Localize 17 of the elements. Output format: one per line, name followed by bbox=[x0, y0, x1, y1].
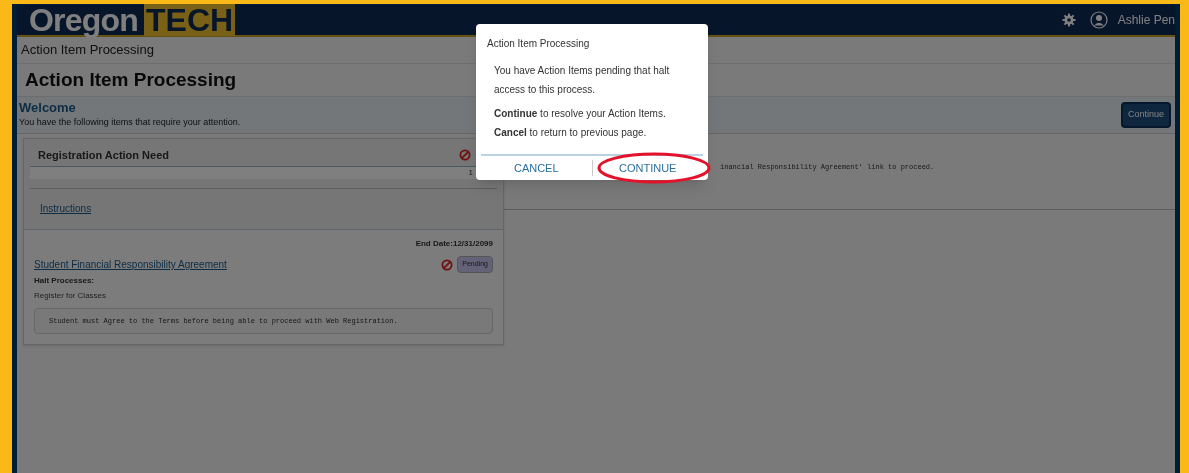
logo-badge: TECH bbox=[144, 4, 236, 36]
dialog-instruction: Continue to resolve your Action Items. bbox=[493, 107, 667, 121]
instructions-link[interactable]: Instructions bbox=[40, 203, 92, 215]
continue-button[interactable]: Continue bbox=[1120, 102, 1171, 128]
user-name[interactable]: Ashlie Pen bbox=[1117, 11, 1175, 29]
agreement-link[interactable]: Student Financial Responsibility Agreement bbox=[34, 257, 227, 272]
group-title[interactable]: Registration Action Need bbox=[38, 146, 169, 164]
halt-process: Register for Classes bbox=[34, 289, 108, 302]
end-date: End Date:12/31/2099 bbox=[414, 238, 493, 251]
dialog-title: Action Item Processing bbox=[486, 37, 591, 51]
halt-label: Halt Processes: bbox=[34, 274, 96, 287]
dialog-button[interactable]: CANCEL bbox=[509, 159, 563, 177]
dialog-instruction: Cancel to return to previous page. bbox=[493, 126, 648, 140]
welcome-text: You have the following items that require your attention. bbox=[19, 116, 241, 130]
dialog-message: You have Action Items pending that halt access to this process. bbox=[493, 64, 671, 97]
welcome-heading: Welcome bbox=[19, 100, 76, 117]
logo-word: Oregon bbox=[29, 4, 138, 36]
